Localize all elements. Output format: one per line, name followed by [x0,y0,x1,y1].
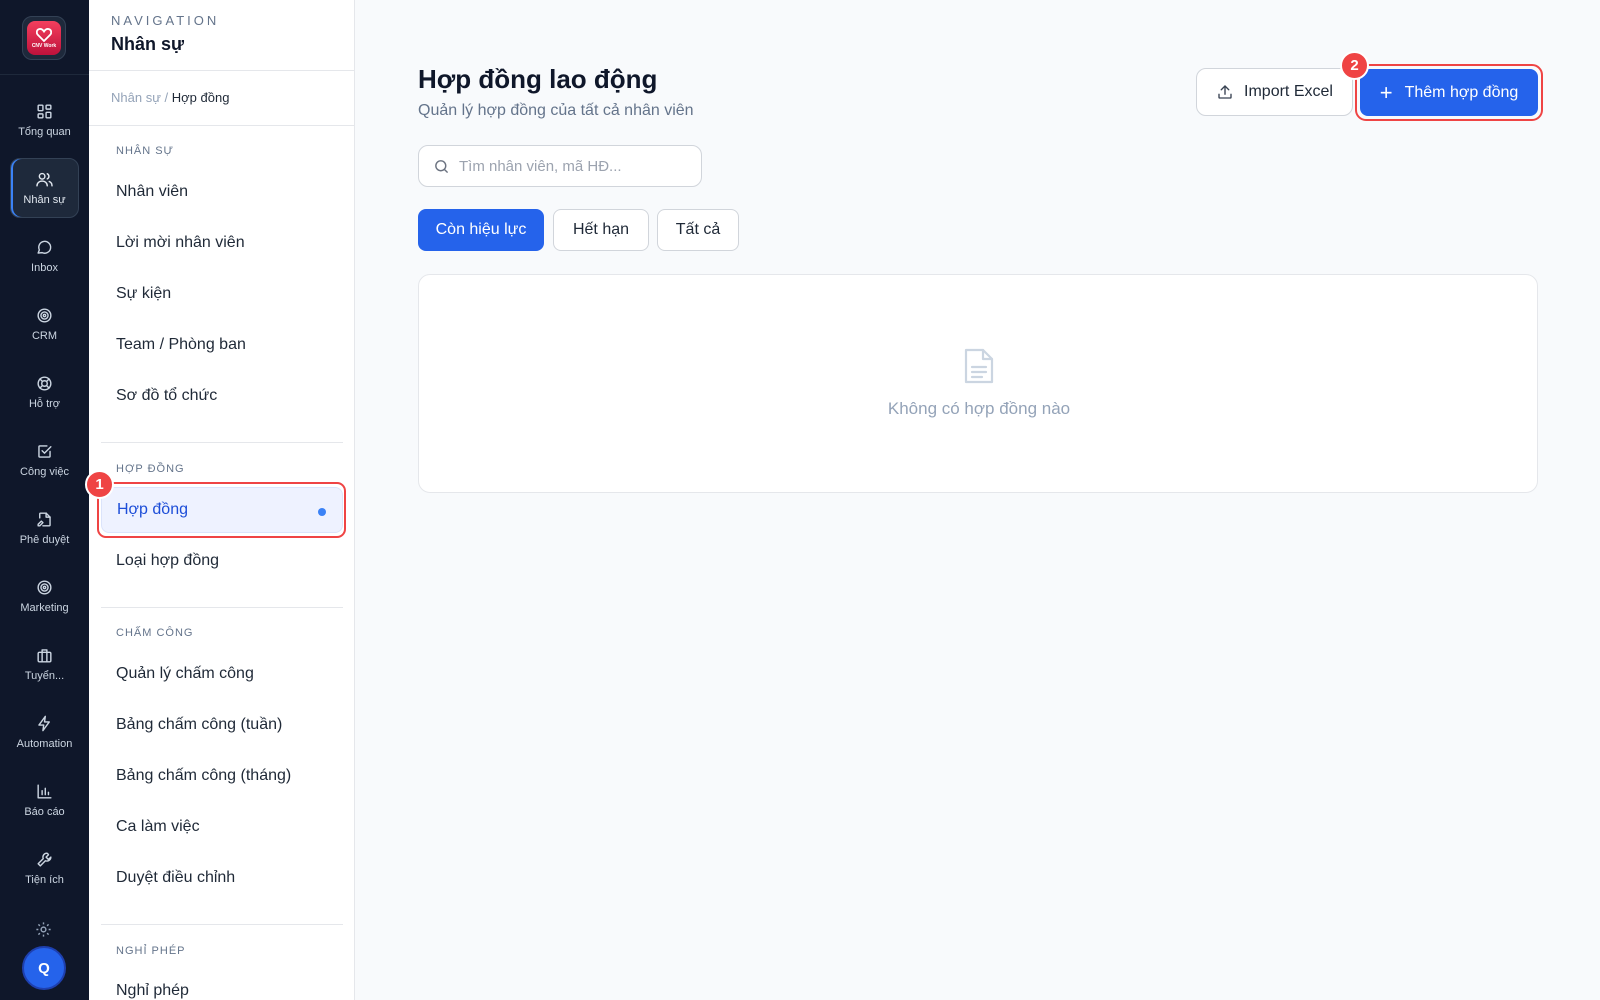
nav-header: NAVIGATION Nhân sự [89,0,354,71]
rail-item-inbox[interactable]: Inbox [10,226,79,286]
target-icon [37,580,52,595]
nav-item-nhan-vien[interactable]: Nhân viên [101,169,343,215]
rail-item-label: Hỗ trợ [28,398,61,410]
nav-item-quan-ly-cham-cong[interactable]: Quản lý chấm công [101,651,343,697]
section-title-nghi-phep: NGHỈ PHÉP [116,945,186,957]
rail-item-tuyen-dung[interactable]: Tuyển... [10,634,79,694]
rail-item-label: Automation [16,738,73,750]
nav-item-su-kien[interactable]: Sự kiện [101,271,343,317]
bar-chart-icon [37,784,52,799]
add-contract-button[interactable]: + Thêm hợp đồng [1360,69,1538,116]
nav-item-bang-cham-cong-tuan[interactable]: Bảng chấm công (tuần) [101,702,343,748]
rail-item-label: Inbox [31,262,58,274]
rail-item-crm[interactable]: CRM [10,294,79,354]
rail-item-label: Công việc [20,466,69,478]
nav-item-team-phong-ban[interactable]: Team / Phòng ban [101,322,343,368]
page-subtitle: Quản lý hợp đồng của tất cả nhân viên [418,102,694,119]
nav-item-so-do-to-chuc[interactable]: Sơ đồ tổ chức [101,373,343,419]
search-input[interactable] [459,146,695,186]
empty-state-card: Không có hợp đồng nào [418,274,1538,493]
search-icon [435,160,448,173]
rail-item-marketing[interactable]: Marketing [10,566,79,626]
rail-item-automation[interactable]: Automation [10,702,79,762]
main-content: Hợp đồng lao động Quản lý hợp đồng của t… [356,0,1600,1000]
rail-item-label: Tuyển... [24,670,65,682]
nav-item-nghi-phep[interactable]: Nghỉ phép [101,968,343,1000]
section-title-hop-dong: HỢP ĐỒNG [116,463,185,475]
section-divider [101,924,343,925]
user-avatar[interactable]: Q [22,946,66,990]
annotation-badge-1: 1 [85,470,114,499]
icon-rail: CNV Work Tổng quan Nhân sự Inbox CRM Hỗ … [0,0,89,1000]
rail-item-tong-quan[interactable]: Tổng quan [10,90,79,150]
nav-header-caption: NAVIGATION [111,13,220,28]
users-icon [36,172,53,187]
nav-item-ca-lam-viec[interactable]: Ca làm việc [101,804,343,850]
rail-item-phe-duyet[interactable]: Phê duyệt [10,498,79,558]
nav-item-loai-hop-dong[interactable]: Loại hợp đồng [101,538,343,584]
empty-state-text: Không có hợp đồng nào [887,399,1071,418]
briefcase-icon [37,649,52,663]
check-square-icon [38,445,52,458]
breadcrumb-current: Hợp đồng [171,90,230,105]
section-divider [101,607,343,608]
plus-icon: + [1379,79,1393,105]
rail-item-nhan-su[interactable]: Nhân sự [10,158,79,218]
search-box [418,145,702,187]
logo-area: CNV Work [0,0,89,75]
wrench-icon [37,852,52,867]
add-contract-label: Thêm hợp đồng [1404,83,1519,101]
nav-header-title: Nhân sự [111,34,185,54]
section-title-cham-cong: CHẤM CÔNG [116,627,194,639]
section-title-nhan-su: NHÂN SỰ [116,145,174,157]
rail-item-label: Tiện ích [25,874,64,886]
lifebuoy-icon [37,376,52,391]
rail-item-label: Nhân sự [23,194,66,206]
nav-item-loi-moi-nhan-vien[interactable]: Lời mời nhân viên [101,220,343,266]
import-excel-button[interactable]: Import Excel [1196,68,1353,116]
rail-item-label: Phê duyệt [19,534,70,546]
upload-icon [1218,85,1232,99]
rail-item-tien-ich[interactable]: Tiện ích [10,838,79,898]
target-icon [37,308,52,323]
breadcrumb-parent[interactable]: Nhân sự / [111,90,168,105]
section-divider [101,442,343,443]
settings-gear-icon[interactable] [34,920,54,940]
heart-logo-icon: CNV Work [27,21,61,55]
rail-item-label: Marketing [20,602,69,614]
rail-item-ho-tro[interactable]: Hỗ trợ [10,362,79,422]
rail-item-cong-viec[interactable]: Công việc [10,430,79,490]
highlight-box-1 [97,482,346,538]
file-sign-icon [37,512,51,527]
breadcrumb: Nhân sự / Hợp đồng [89,71,354,126]
rail-item-label: CRM [31,330,58,342]
rail-item-bao-cao[interactable]: Báo cáo [10,770,79,830]
rail-item-label: Báo cáo [24,806,65,818]
lightning-icon [38,715,50,732]
dashboard-icon [37,104,52,119]
filter-tat-ca[interactable]: Tất cả [657,209,739,251]
filter-het-han[interactable]: Hết hạn [553,209,649,251]
page-title: Hợp đồng lao động [418,64,658,94]
chat-bubble-icon [37,240,52,254]
nav-item-bang-cham-cong-thang[interactable]: Bảng chấm công (tháng) [101,753,343,799]
import-excel-label: Import Excel [1244,83,1333,100]
rail-item-label: Tổng quan [18,126,71,138]
app-logo[interactable]: CNV Work [22,16,66,60]
logo-text: CNV Work [31,42,57,49]
nav-item-duyet-dieu-chinh[interactable]: Duyệt điều chỉnh [101,855,343,901]
annotation-badge-2: 2 [1340,51,1369,80]
filter-con-hieu-luc[interactable]: Còn hiệu lực [418,209,544,251]
document-icon [963,347,995,385]
